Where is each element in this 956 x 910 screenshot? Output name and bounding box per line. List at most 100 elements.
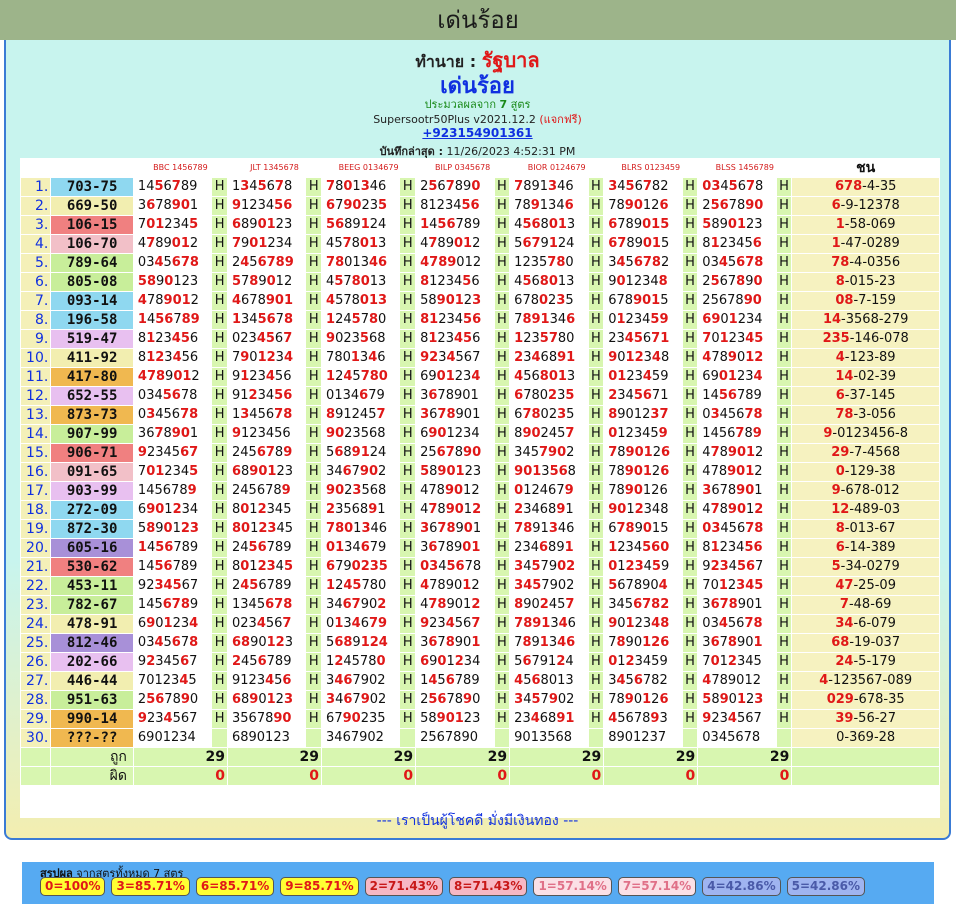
predicted-pair: 411-92 [51,349,133,367]
hit-marker: H [212,615,227,633]
hit-marker: H [212,444,227,462]
hit-marker: H [682,710,698,728]
table-row: 2. 669-50 3678901 H 9123456 H 6790235 H 8123456 H… [21,197,939,215]
row-index: 20. [21,539,51,557]
formula-digits: 3467902 [322,463,400,481]
formula-digits: 4789012 [416,596,494,614]
hit-marker: H [306,197,322,215]
formula-digits: 1245780 [322,368,400,386]
formula-digits: 0134679 [322,615,400,633]
chon-value: 08-7-159 [792,292,939,310]
predicted-pair: 453-11 [51,577,133,595]
hit-marker: H [212,235,227,253]
formula-digits: 6780235 [510,406,588,424]
formula-digits: 8123456 [698,539,776,557]
formula-digits: 3457902 [510,691,588,709]
formula-digits: 7012345 [698,653,776,671]
hit-marker: H [682,482,698,500]
hit-marker: H [588,349,604,367]
prediction-table-container: BBC 1456789 JLT 1345678 BEEG 0134679 BILP 0… [20,158,940,818]
formula-digits: 0234567 [227,330,306,348]
chon-value: 14-02-39 [792,368,939,386]
hit-marker: H [400,425,416,443]
chon-value: 29-7-4568 [792,444,939,462]
formula-digits: 5689124 [322,634,400,652]
formula-digits: 2456789 [227,444,306,462]
hit-marker: H [400,501,416,519]
formula-digits: 7801346 [322,349,400,367]
chon-value: 8-013-67 [792,520,939,538]
table-row: 16. 091-65 7012345 H 6890123 H 3467902 H 5890123… [21,463,939,481]
hit-marker: H [588,615,604,633]
formula-digits: 9012348 [604,273,682,291]
formula-digits: 8123456 [416,330,494,348]
summary-count: 29 [227,748,322,766]
hit-marker: H [682,292,698,310]
column-header: BLRS 0123459 [621,163,681,172]
formula-digits: 6789015 [604,520,682,538]
hit-marker: H [682,539,698,557]
row-index: 1. [21,178,51,196]
hit-marker [682,729,698,747]
formula-digits: 1456789 [133,596,212,614]
phone-link[interactable]: +923154901361 [6,126,949,140]
table-row: 3. 106-15 7012345 H 6890123 H 5689124 H 1456789 H… [21,216,939,234]
hit-marker: H [306,710,322,728]
hit-marker: H [776,178,792,196]
formula-digits: 0345678 [133,387,212,405]
hit-marker: H [588,387,604,405]
formula-digits: 6901234 [133,729,212,747]
formula-digits: 8123456 [416,311,494,329]
formula-digits: 2345671 [604,387,682,405]
formula-digits: 2346891 [510,349,588,367]
chon-value: 12-489-03 [792,501,939,519]
formula-digits: 1245780 [322,653,400,671]
formula-digits: 2567890 [698,197,776,215]
formula-digits: 6780235 [510,292,588,310]
formula-digits: 2567890 [133,691,212,709]
version-label: Supersootr50Plus v2021.12.2 [373,113,536,126]
formula-digits: 9023568 [322,425,400,443]
hit-marker: H [588,178,604,196]
hit-marker: H [588,520,604,538]
hit-marker: H [494,691,510,709]
hit-marker: H [494,387,510,405]
table-row: 8. 196-58 1456789 H 1345678 H 1245780 H 8123456 H… [21,311,939,329]
predicted-pair: 652-55 [51,387,133,405]
column-header: BLSS 1456789 [715,163,774,172]
formula-digits: 4568013 [510,368,588,386]
summary-count: 0 [227,767,322,785]
hit-marker: H [682,691,698,709]
hit-marker: H [212,254,227,272]
hit-marker: H [400,444,416,462]
hit-marker: H [588,273,604,291]
hit-marker: H [588,368,604,386]
formula-digits: 2456789 [227,577,306,595]
hit-marker: H [588,596,604,614]
hit-marker: H [776,691,792,709]
row-index: 28. [21,691,51,709]
hit-marker: H [682,558,698,576]
formula-digits: 1345678 [227,311,306,329]
formula-digits: 3456782 [604,672,682,690]
digit-percent-badge: 8=71.43% [449,877,528,896]
formula-digits: 0123459 [604,558,682,576]
formula-digits: 7891346 [510,520,588,538]
hit-marker [212,729,227,747]
formula-digits: 8012345 [227,558,306,576]
hit-marker: H [776,387,792,405]
table-row: 12. 652-55 0345678 H 9123456 H 0134679 H 3678901… [21,387,939,405]
formula-digits: 6901234 [416,653,494,671]
hit-marker: H [588,710,604,728]
hit-marker: H [400,672,416,690]
formula-digits: 3567890 [227,710,306,728]
chon-value: 47-25-09 [792,577,939,595]
formula-digits: 1245780 [322,577,400,595]
formula-digits: 1456789 [133,178,212,196]
hit-marker: H [212,710,227,728]
summary-row-label: ผิด [51,767,133,785]
formula-digits: 3456782 [604,254,682,272]
hit-marker: H [306,387,322,405]
row-index: 29. [21,710,51,728]
formula-digits: 9234567 [416,615,494,633]
